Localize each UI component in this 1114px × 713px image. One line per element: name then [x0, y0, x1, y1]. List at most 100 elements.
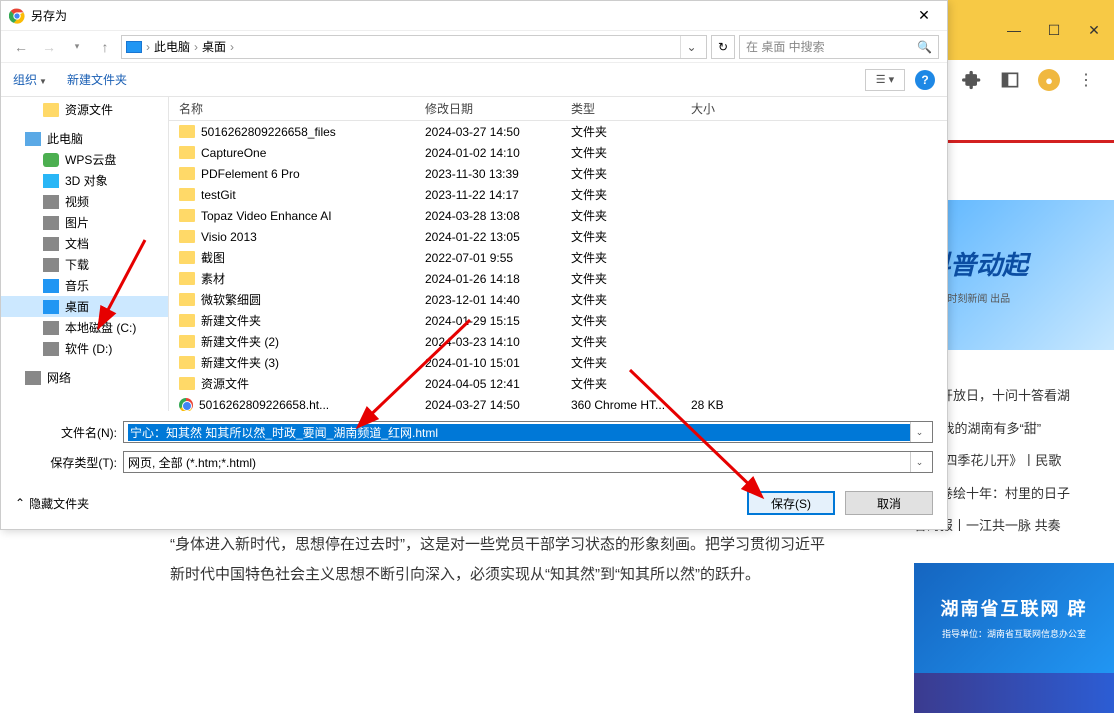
- toolbar: 组织▼ 新建文件夹 ☰ ▾ ?: [1, 63, 947, 97]
- pc-icon: [126, 41, 142, 53]
- view-mode-button[interactable]: ☰ ▾: [865, 69, 905, 91]
- sidebar-item[interactable]: 网络: [1, 367, 168, 388]
- column-name[interactable]: 名称: [169, 100, 425, 117]
- file-row[interactable]: Visio 20132024-01-22 13:05文件夹: [169, 226, 947, 247]
- close-window-button[interactable]: ✕: [1074, 10, 1114, 50]
- file-row[interactable]: testGit2023-11-22 14:17文件夹: [169, 184, 947, 205]
- file-row[interactable]: PDFelement 6 Pro2023-11-30 13:39文件夹: [169, 163, 947, 184]
- sidebar-item-label: 音乐: [65, 277, 89, 294]
- recent-dropdown[interactable]: ▾: [65, 35, 89, 59]
- sidebar-item-label: 资源文件: [65, 101, 113, 118]
- sidebar-item[interactable]: 音乐: [1, 275, 168, 296]
- address-bar[interactable]: › 此电脑 › 桌面 › ⌄: [121, 35, 707, 59]
- folder-icon: [179, 293, 195, 306]
- folder-icon: [43, 153, 59, 167]
- chevron-up-icon: ⌃: [15, 496, 25, 510]
- refresh-button[interactable]: ↻: [711, 35, 735, 59]
- file-row[interactable]: 截图2022-07-01 9:55文件夹: [169, 247, 947, 268]
- save-as-dialog: 另存为 ✕ ← → ▾ ↑ › 此电脑 › 桌面 › ⌄ ↻ 在 桌面 中搜索 …: [0, 0, 948, 530]
- sidebar-item[interactable]: 3D 对象: [1, 170, 168, 191]
- back-button[interactable]: ←: [9, 35, 33, 59]
- sidebar-item-label: 网络: [47, 369, 71, 386]
- sidebar-item-label: 此电脑: [47, 130, 83, 147]
- file-row[interactable]: 素材2024-01-26 14:18文件夹: [169, 268, 947, 289]
- promo-banner-2[interactable]: 湖南省互联网 辟 指导单位：湖南省互联网信息办公室: [914, 563, 1114, 673]
- filetype-select[interactable]: 网页, 全部 (*.htm;*.html) ⌄: [123, 451, 933, 473]
- sidebar-item[interactable]: 桌面: [1, 296, 168, 317]
- navigation-tree: 资源文件此电脑 WPS云盘3D 对象视频图片文档下载音乐桌面本地磁盘 (C:) 软件…: [1, 97, 169, 411]
- filetype-label: 保存类型(T):: [15, 454, 123, 471]
- column-size[interactable]: 大小: [691, 100, 947, 117]
- folder-icon: [179, 209, 195, 222]
- file-list[interactable]: 5016262809226658_files2024-03-27 14:50文件…: [169, 121, 947, 411]
- sidebar-item[interactable]: 下载: [1, 254, 168, 275]
- folder-icon: [43, 195, 59, 209]
- help-icon[interactable]: ?: [915, 70, 935, 90]
- close-icon[interactable]: ✕: [909, 7, 939, 24]
- folder-icon: [43, 237, 59, 251]
- folder-icon: [43, 342, 59, 356]
- folder-icon: [43, 103, 59, 117]
- browser-window-controls: — ☐ ✕: [944, 0, 1114, 60]
- search-icon: 🔍: [917, 40, 932, 54]
- file-row[interactable]: 新建文件夹 (3)2024-01-10 15:01文件夹: [169, 352, 947, 373]
- profile-avatar[interactable]: ●: [1038, 69, 1060, 91]
- hide-folders-toggle[interactable]: ⌃ 隐藏文件夹: [15, 495, 89, 512]
- file-row[interactable]: 新建文件夹2024-01-29 15:15文件夹: [169, 310, 947, 331]
- folder-icon: [179, 188, 195, 201]
- up-button[interactable]: ↑: [93, 35, 117, 59]
- folder-icon: [179, 335, 195, 348]
- path-dropdown[interactable]: ⌄: [680, 36, 702, 58]
- sidebar-item[interactable]: 软件 (D:): [1, 338, 168, 359]
- cancel-button[interactable]: 取消: [845, 491, 933, 515]
- column-date[interactable]: 修改日期: [425, 100, 571, 117]
- file-row[interactable]: CaptureOne2024-01-02 14:10文件夹: [169, 142, 947, 163]
- menu-icon[interactable]: ⋮: [1078, 70, 1094, 90]
- file-row[interactable]: 资源文件2024-04-05 12:41文件夹: [169, 373, 947, 394]
- filetype-dropdown[interactable]: ⌄: [910, 452, 928, 472]
- forward-button[interactable]: →: [37, 35, 61, 59]
- sidebar-item-label: 本地磁盘 (C:): [65, 319, 136, 336]
- dialog-title: 另存为: [31, 7, 909, 24]
- folder-icon: [25, 132, 41, 146]
- sidebar-item[interactable]: 视频: [1, 191, 168, 212]
- folder-icon: [179, 272, 195, 285]
- folder-icon: [43, 300, 59, 314]
- minimize-button[interactable]: —: [994, 10, 1034, 50]
- sidebar-item[interactable]: 图片: [1, 212, 168, 233]
- organize-menu[interactable]: 组织▼: [13, 71, 47, 88]
- sidebar-item[interactable]: 资源文件: [1, 99, 168, 120]
- browser-toolbar: ● ⋮: [944, 60, 1114, 100]
- panel-icon[interactable]: [1000, 70, 1020, 90]
- file-row[interactable]: 5016262809226658.ht...2024-03-27 14:5036…: [169, 394, 947, 411]
- filename-input[interactable]: 宁心：知其然 知其所以然_时政_要闻_湖南频道_红网.html ⌄: [123, 421, 933, 443]
- sidebar-item[interactable]: 此电脑: [1, 128, 168, 149]
- sidebar-item[interactable]: WPS云盘: [1, 149, 168, 170]
- folder-icon: [179, 251, 195, 264]
- sidebar-item[interactable]: 文档: [1, 233, 168, 254]
- file-row[interactable]: 5016262809226658_files2024-03-27 14:50文件…: [169, 121, 947, 142]
- column-type[interactable]: 类型: [571, 100, 691, 117]
- extension-icon[interactable]: [962, 70, 982, 90]
- maximize-button[interactable]: ☐: [1034, 10, 1074, 50]
- path-segment[interactable]: 桌面: [202, 38, 226, 55]
- folder-icon: [43, 321, 59, 335]
- promo-banner-3[interactable]: [914, 673, 1114, 713]
- folder-icon: [43, 279, 59, 293]
- folder-icon: [43, 258, 59, 272]
- path-segment[interactable]: 此电脑: [154, 38, 190, 55]
- new-folder-button[interactable]: 新建文件夹: [67, 71, 127, 88]
- titlebar: 另存为 ✕: [1, 1, 947, 31]
- file-row[interactable]: 微软繁细圆2023-12-01 14:40文件夹: [169, 289, 947, 310]
- filename-dropdown[interactable]: ⌄: [910, 422, 928, 442]
- file-row[interactable]: 新建文件夹 (2)2024-03-23 14:10文件夹: [169, 331, 947, 352]
- folder-icon: [179, 167, 195, 180]
- sidebar-item[interactable]: 本地磁盘 (C:): [1, 317, 168, 338]
- folder-icon: [43, 216, 59, 230]
- chrome-icon: [9, 8, 25, 24]
- search-input[interactable]: 在 桌面 中搜索 🔍: [739, 35, 939, 59]
- sidebar-item-label: 图片: [65, 214, 89, 231]
- navigation-bar: ← → ▾ ↑ › 此电脑 › 桌面 › ⌄ ↻ 在 桌面 中搜索 🔍: [1, 31, 947, 63]
- save-button[interactable]: 保存(S): [747, 491, 835, 515]
- file-row[interactable]: Topaz Video Enhance AI2024-03-28 13:08文件…: [169, 205, 947, 226]
